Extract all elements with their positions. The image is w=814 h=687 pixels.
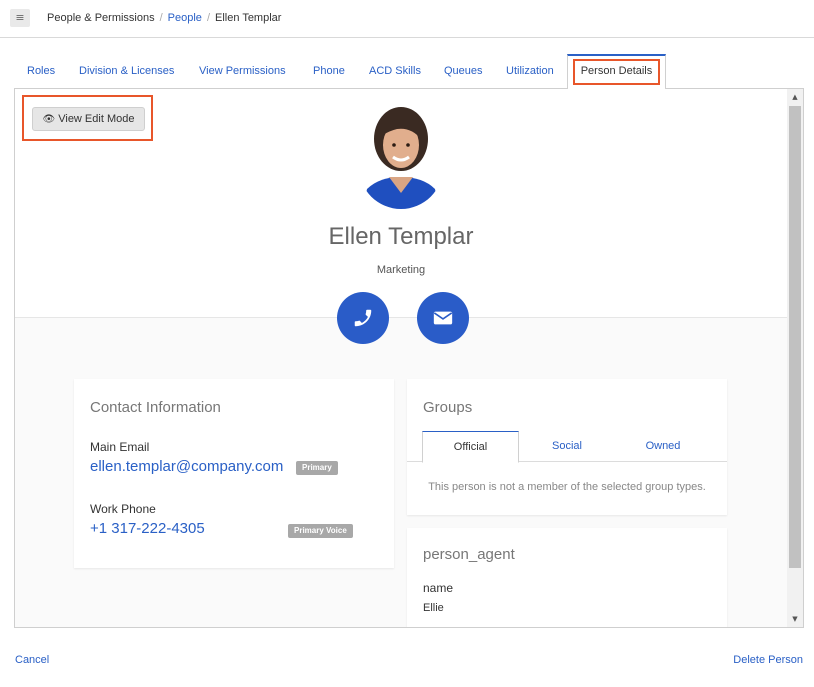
person-agent-name-label: name: [423, 581, 454, 595]
view-edit-mode-button[interactable]: 👁 View Edit Mode: [32, 107, 145, 131]
groups-tabs: Official Social Owned: [407, 431, 727, 463]
work-phone-label: Work Phone: [90, 502, 156, 516]
vertical-scrollbar[interactable]: ▲ ▼: [787, 89, 803, 627]
tab-division-licenses[interactable]: Division & Licenses: [79, 54, 174, 88]
scroll-up-arrow-icon[interactable]: ▲: [787, 89, 803, 105]
breadcrumb-current: Ellen Templar: [215, 12, 282, 24]
groups-card: Groups Official Social Owned This person…: [407, 379, 727, 515]
phone-icon: [354, 309, 372, 327]
breadcrumb: People & Permissions / People / Ellen Templa…: [47, 12, 281, 24]
tab-acd-skills[interactable]: ACD Skills: [369, 54, 421, 88]
contact-information-card: Contact Information Main Email ellen.tem…: [74, 379, 394, 568]
tab-view-permissions[interactable]: View Permissions: [199, 54, 286, 88]
profile-header: 👁 View Edit Mode Ellen Templar Marketing: [15, 89, 787, 318]
tab-utilization[interactable]: Utilization: [506, 54, 554, 88]
primary-voice-badge: Primary Voice: [288, 524, 353, 538]
primary-badge: Primary: [296, 461, 338, 475]
contact-information-title: Contact Information: [90, 399, 221, 416]
groups-tab-official[interactable]: Official: [422, 431, 519, 463]
groups-empty-message: This person is not a member of the selec…: [428, 481, 706, 493]
tab-person-details-label: Person Details: [580, 65, 653, 77]
tab-roles[interactable]: Roles: [27, 54, 55, 88]
envelope-icon: [433, 311, 453, 325]
tab-person-details[interactable]: Person Details: [567, 54, 666, 89]
breadcrumb-people-link[interactable]: People: [168, 12, 202, 24]
scroll-down-arrow-icon[interactable]: ▼: [787, 611, 803, 627]
tab-phone[interactable]: Phone: [313, 54, 345, 88]
main-email-link[interactable]: ellen.templar@company.com: [90, 458, 290, 475]
groups-title: Groups: [423, 399, 473, 416]
details-area: Contact Information Main Email ellen.tem…: [15, 318, 787, 627]
tab-queues[interactable]: Queues: [444, 54, 483, 88]
highlight-box: 👁 View Edit Mode: [22, 95, 153, 141]
person-details-panel: 👁View Edit Mode Ellen Templar Marketing: [14, 88, 804, 628]
groups-tab-owned[interactable]: Owned: [615, 431, 711, 462]
top-bar: ≡ People & Permissions / People / Ellen Temp…: [0, 0, 814, 38]
call-button[interactable]: [337, 292, 389, 344]
main-email-label: Main Email: [90, 440, 150, 454]
person-name: Ellen Templar: [328, 223, 474, 250]
hamburger-menu-icon[interactable]: ≡: [10, 9, 30, 27]
person-department: Marketing: [376, 264, 426, 276]
breadcrumb-separator: /: [159, 12, 163, 24]
groups-tab-social[interactable]: Social: [519, 431, 615, 462]
breadcrumb-people-permissions[interactable]: People & Permissions: [47, 12, 155, 24]
eye-icon: 👁: [42, 114, 56, 125]
person-agent-card: person_agent name Ellie: [407, 528, 727, 627]
cancel-link[interactable]: Cancel: [15, 654, 49, 666]
scrollbar-thumb[interactable]: [789, 106, 801, 568]
work-phone-link[interactable]: +1 317-222-4305: [90, 520, 205, 537]
avatar: [359, 107, 443, 209]
breadcrumb-separator: /: [206, 12, 210, 24]
person-agent-name-value: Ellie: [423, 602, 444, 614]
view-edit-mode-label: View Edit Mode: [58, 113, 135, 125]
person-agent-title: person_agent: [423, 546, 515, 563]
email-button[interactable]: [417, 292, 469, 344]
delete-person-link[interactable]: Delete Person: [733, 654, 803, 666]
